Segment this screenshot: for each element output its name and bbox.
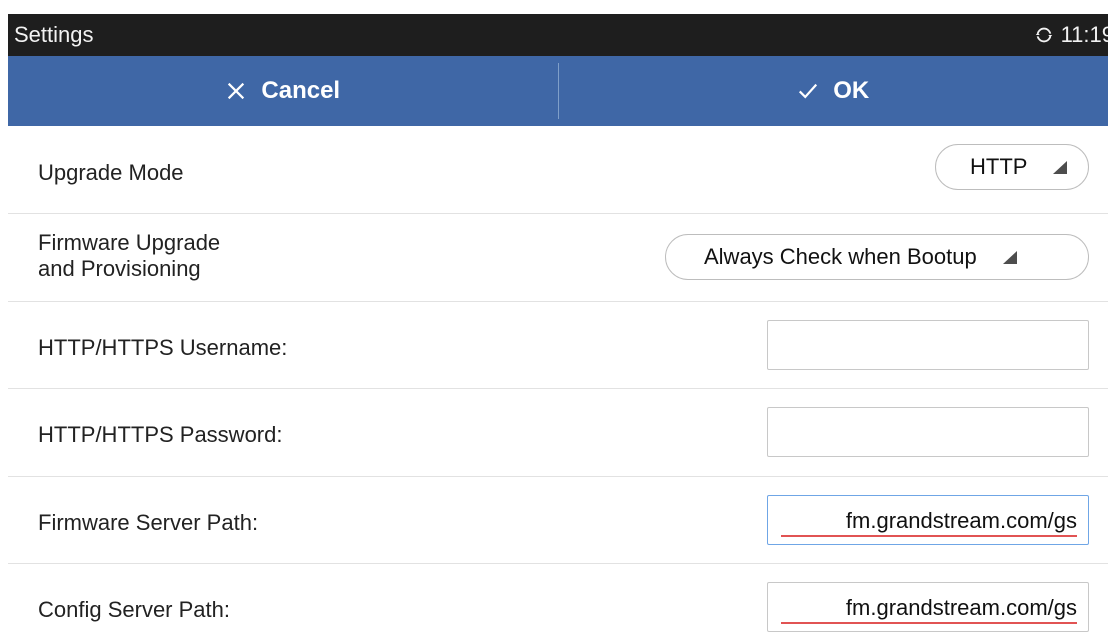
cancel-label: Cancel bbox=[261, 77, 341, 104]
firmware-upgrade-label-line1: Firmware Upgrade bbox=[38, 230, 221, 255]
spellcheck-underline bbox=[781, 535, 1077, 537]
password-input[interactable] bbox=[767, 407, 1089, 457]
upgrade-mode-row: Upgrade Mode HTTP bbox=[8, 126, 1108, 214]
firmware-upgrade-select[interactable]: Always Check when Bootup bbox=[665, 234, 1089, 280]
upgrade-mode-select[interactable]: HTTP bbox=[935, 144, 1089, 190]
firmware-upgrade-row: Firmware Upgrade and Provisioning Always… bbox=[8, 214, 1108, 302]
check-icon bbox=[799, 83, 818, 99]
username-input[interactable] bbox=[767, 320, 1089, 370]
firmware-upgrade-label-line2: and Provisioning bbox=[38, 256, 201, 281]
dropdown-arrow-icon bbox=[1002, 251, 1017, 264]
config-server-path-label: Config Server Path: bbox=[38, 597, 230, 622]
close-icon bbox=[228, 82, 245, 100]
username-row: HTTP/HTTPS Username: bbox=[8, 302, 1108, 389]
cancel-button[interactable]: Cancel bbox=[8, 56, 558, 126]
password-row: HTTP/HTTPS Password: bbox=[8, 389, 1108, 477]
status-bar: Settings 11:19 bbox=[8, 14, 1108, 56]
sync-icon bbox=[1033, 24, 1055, 46]
status-right: 11:19 bbox=[1033, 22, 1108, 48]
firmware-server-path-value: fm.grandstream.com/gs bbox=[845, 508, 1077, 533]
upgrade-mode-label: Upgrade Mode bbox=[38, 160, 184, 185]
spellcheck-underline bbox=[781, 622, 1077, 624]
config-server-path-value: fm.grandstream.com/gs bbox=[845, 595, 1077, 620]
username-label: HTTP/HTTPS Username: bbox=[38, 335, 288, 360]
config-server-path-row: Config Server Path: fm.grandstream.com/g… bbox=[8, 564, 1108, 642]
ok-button[interactable]: OK bbox=[559, 56, 1108, 126]
clock: 11:19 bbox=[1060, 22, 1108, 47]
status-title: Settings bbox=[14, 22, 94, 47]
firmware-upgrade-label: Firmware Upgrade and Provisioning bbox=[38, 230, 220, 282]
action-bar: Cancel OK bbox=[8, 56, 1108, 126]
firmware-server-path-row: Firmware Server Path: fm.grandstream.com… bbox=[8, 477, 1108, 564]
ok-label: OK bbox=[833, 77, 870, 104]
firmware-upgrade-value: Always Check when Bootup bbox=[704, 244, 977, 269]
settings-screen: Settings 11:19 Cancel OK Upgrade Mode HT… bbox=[8, 14, 1108, 642]
dropdown-arrow-icon bbox=[1053, 161, 1068, 174]
firmware-server-path-label: Firmware Server Path: bbox=[38, 510, 259, 535]
password-label: HTTP/HTTPS Password: bbox=[38, 422, 283, 447]
upgrade-mode-value: HTTP bbox=[970, 154, 1028, 179]
